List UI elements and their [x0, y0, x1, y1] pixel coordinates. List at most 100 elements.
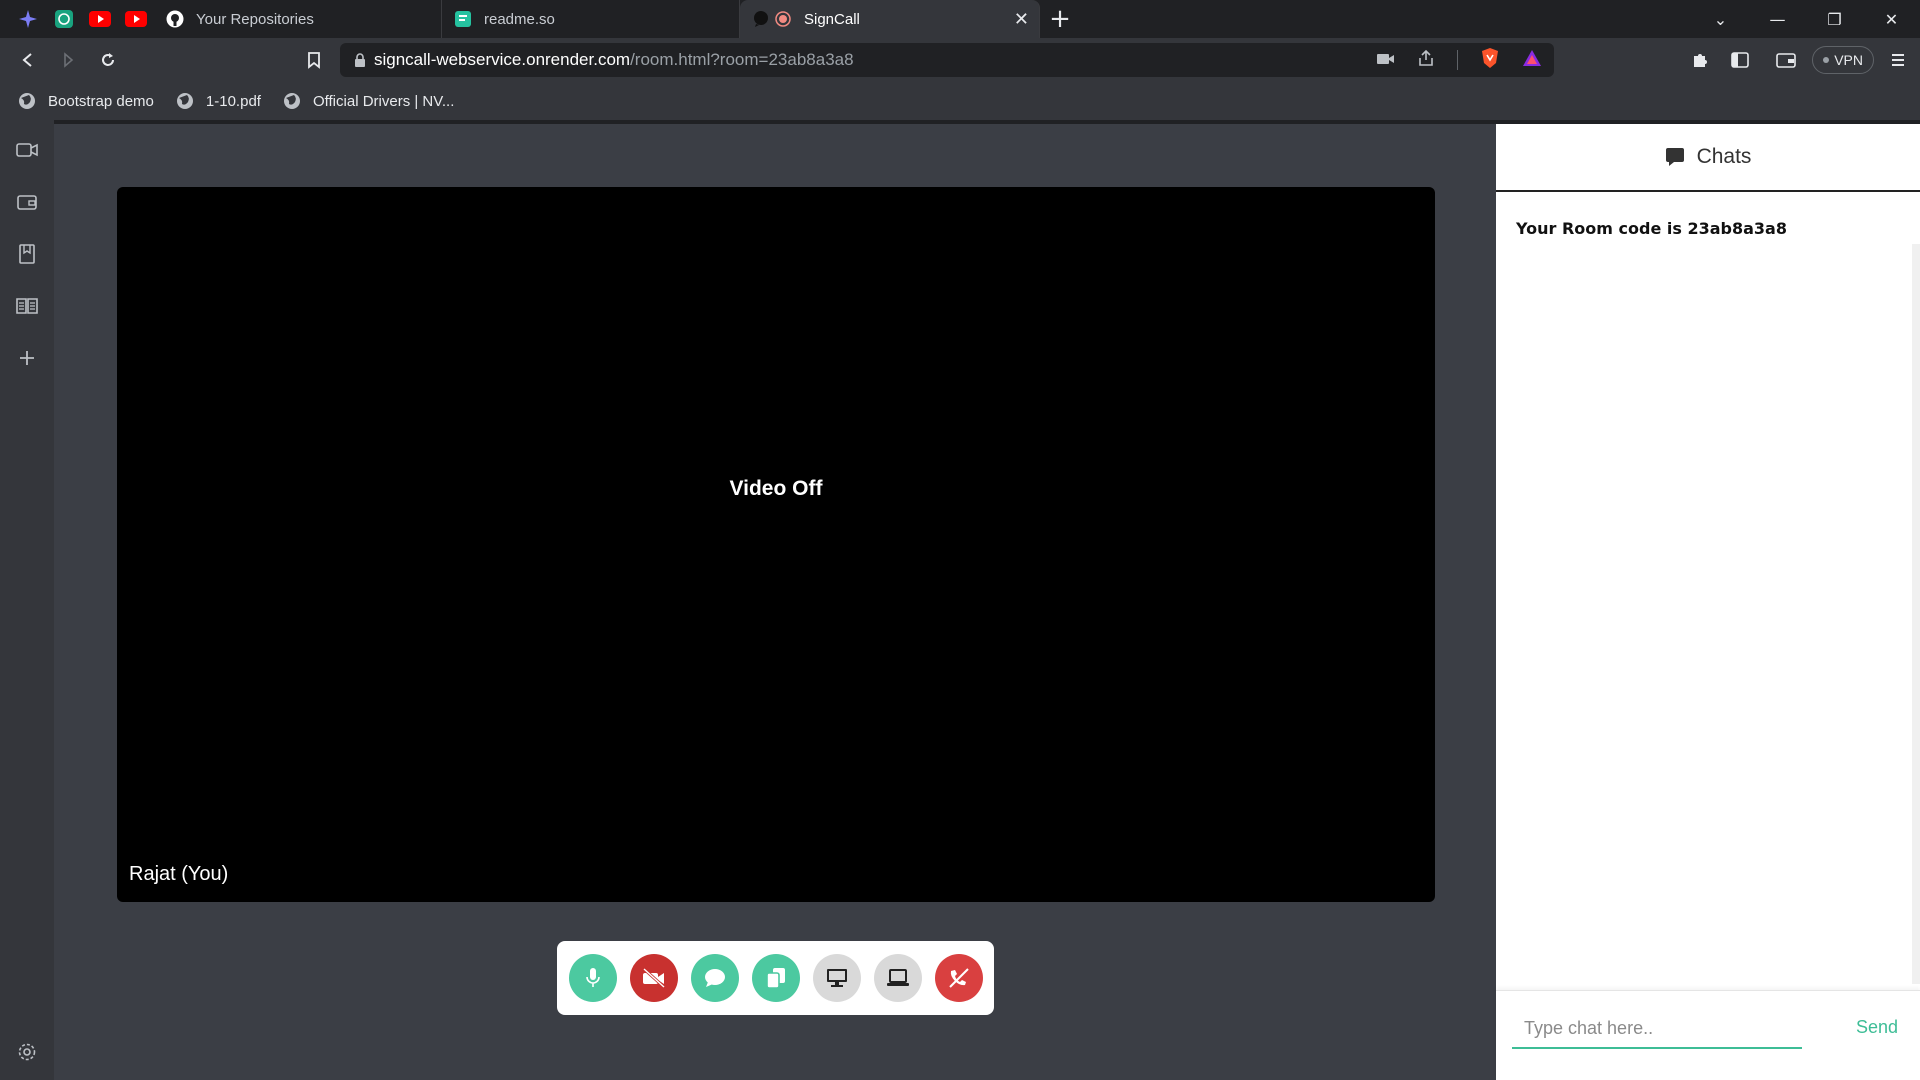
readme-icon [454, 10, 472, 28]
video-off-label: Video Off [729, 477, 823, 500]
chat-scrollbar[interactable] [1912, 244, 1920, 984]
youtube-icon [125, 11, 147, 27]
comment-square-icon [1665, 148, 1684, 166]
globe-icon [283, 93, 300, 109]
url-text: signcall-webservice.onrender.com/room.ht… [374, 50, 854, 70]
pinned-tab-chatgpt[interactable] [46, 0, 82, 38]
vpn-button[interactable]: VPN [1812, 46, 1874, 74]
puzzle-icon [1694, 54, 1708, 67]
screen-share-button[interactable] [812, 954, 861, 1002]
vpn-label: VPN [1834, 52, 1863, 68]
sidebar-icon [1731, 52, 1750, 68]
brave-shields-icon[interactable] [1480, 47, 1500, 73]
restore-button[interactable]: ❐ [1806, 0, 1863, 38]
globe-icon [19, 93, 35, 109]
tab-search-icon[interactable]: ⌄ [1692, 0, 1749, 38]
forward-icon [64, 52, 74, 68]
bookmarks-bar: Bootstrap demo 1-10.pdf Official Drivers… [0, 82, 1920, 120]
chat-panel: Chats Your Room code is 23ab8a3a8 Send [1496, 124, 1920, 1080]
pinned-tabs [0, 0, 154, 38]
bookmark-label: Official Drivers | NV... [312, 92, 455, 110]
wallet-icon [1776, 53, 1797, 68]
address-bar-actions [1377, 43, 1542, 77]
tab-label: SignCall [804, 10, 860, 28]
tab-strip: Your Repositories readme.so SignCall ✕ +… [0, 0, 1920, 38]
divider [1457, 50, 1458, 70]
copy-icon [765, 968, 785, 989]
mic-button[interactable] [568, 954, 617, 1002]
end-call-button[interactable] [934, 954, 983, 1002]
pinned-tab-youtube-2[interactable] [118, 0, 154, 38]
pinned-tab-sparkle[interactable] [10, 0, 46, 38]
page-content: Video Off Rajat (You) [54, 124, 1496, 1080]
tab-readme-so[interactable]: readme.so [442, 0, 740, 38]
reload-button[interactable] [88, 40, 128, 80]
menu-button[interactable] [1880, 40, 1920, 80]
minimize-button[interactable]: — [1749, 0, 1806, 38]
comment-icon [704, 969, 725, 987]
reload-icon [102, 53, 114, 66]
send-button[interactable]: Send [1856, 1017, 1898, 1038]
tab-label: readme.so [484, 10, 555, 28]
desktop-icon [826, 969, 847, 987]
reading-list-icon[interactable] [15, 294, 39, 318]
bookmark-bootstrap-demo[interactable]: Bootstrap demo [18, 92, 154, 110]
add-icon[interactable] [15, 346, 39, 370]
video-call-icon[interactable] [15, 138, 39, 162]
new-tab-button[interactable]: + [1040, 0, 1080, 38]
back-icon [22, 53, 32, 67]
close-window-button[interactable]: ✕ [1863, 0, 1920, 38]
brave-rewards-icon[interactable] [1522, 49, 1542, 71]
chat-bubble-icon [752, 10, 770, 28]
bookmark-1-10-pdf[interactable]: 1-10.pdf [176, 92, 261, 110]
call-controls [557, 941, 994, 1015]
laptop-icon [886, 969, 909, 986]
youtube-icon [89, 11, 111, 27]
camera-icon[interactable] [1377, 51, 1395, 70]
back-button[interactable] [8, 40, 48, 80]
bookmark-label: 1-10.pdf [205, 92, 261, 110]
tab-your-repositories[interactable]: Your Repositories [154, 0, 442, 38]
recording-icon [774, 10, 792, 28]
bookmark-button[interactable] [294, 40, 334, 80]
browser-sidebar [0, 120, 54, 1080]
lock-icon [354, 53, 366, 67]
url-host: signcall-webservice.onrender.com [374, 50, 631, 69]
sidebar-toggle-button[interactable] [1720, 40, 1760, 80]
wallet-button[interactable] [1766, 40, 1806, 80]
local-video: Video Off Rajat (You) [117, 187, 1435, 902]
url-path: /room.html?room=23ab8a3a8 [630, 50, 854, 69]
phone-slash-icon [948, 968, 969, 988]
whiteboard-button[interactable] [873, 954, 922, 1002]
vpn-status-dot [1823, 57, 1830, 63]
sparkle-icon [19, 10, 37, 28]
address-bar[interactable]: signcall-webservice.onrender.com/room.ht… [340, 43, 1554, 77]
chat-input[interactable] [1512, 1009, 1802, 1049]
tab-signcall[interactable]: SignCall ✕ [740, 0, 1040, 38]
chat-footer: Send [1496, 990, 1920, 1080]
extensions-button[interactable] [1680, 40, 1720, 80]
participant-name: Rajat (You) [129, 863, 229, 885]
wallet-icon[interactable] [15, 190, 39, 214]
window-controls: ⌄ — ❐ ✕ [1692, 0, 1920, 38]
chat-message: Your Room code is 23ab8a3a8 [1516, 219, 1787, 238]
github-icon [166, 10, 184, 28]
bookmark-official-drivers[interactable]: Official Drivers | NV... [283, 92, 454, 110]
chat-title: Chats [1696, 145, 1752, 168]
bookmarks-icon[interactable] [15, 242, 39, 266]
pinned-tab-youtube-1[interactable] [82, 0, 118, 38]
bookmark-icon [308, 52, 320, 69]
microphone-icon [585, 968, 600, 987]
tab-label: Your Repositories [196, 10, 314, 28]
bookmark-label: Bootstrap demo [48, 92, 154, 110]
copy-room-button[interactable] [751, 954, 800, 1002]
hamburger-icon [1892, 54, 1904, 66]
settings-gear-icon[interactable] [15, 1040, 39, 1064]
forward-button[interactable] [48, 40, 88, 80]
chat-header: Chats [1496, 124, 1920, 192]
browser-toolbar: signcall-webservice.onrender.com/room.ht… [0, 38, 1920, 82]
camera-off-button[interactable] [629, 954, 678, 1002]
chat-button[interactable] [690, 954, 739, 1002]
close-tab-icon[interactable]: ✕ [1014, 9, 1029, 30]
share-icon[interactable] [1417, 49, 1435, 71]
